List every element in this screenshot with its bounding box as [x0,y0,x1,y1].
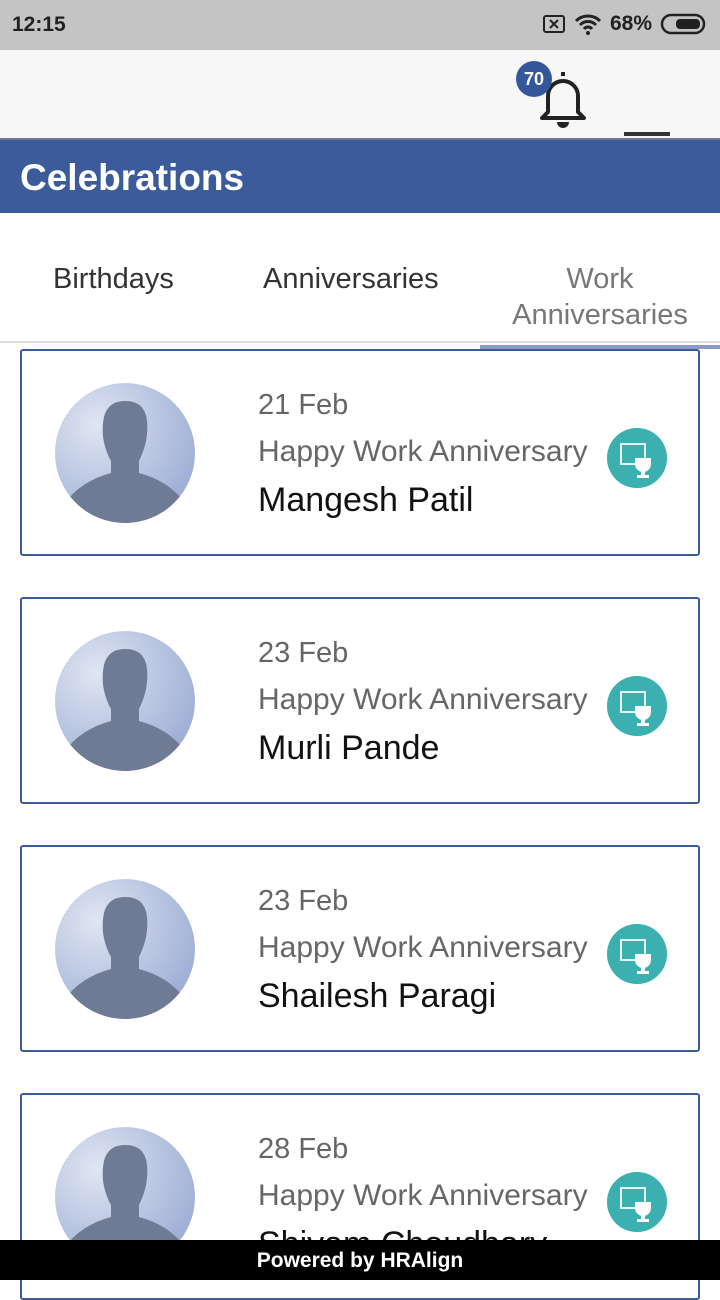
avatar [55,631,195,771]
battery-percent: 68% [609,12,652,35]
celebration-card[interactable]: 23 Feb Happy Work Anniversary Murli Pand… [20,597,700,804]
notification-badge[interactable]: 70 [516,61,552,97]
calendar-trophy-icon[interactable] [607,428,667,488]
celebration-date: 23 Feb [258,885,349,917]
employee-name: Shailesh Paragi [258,977,497,1015]
celebration-message: Happy Work Anniversary [258,1179,588,1212]
employee-name: Mangesh Patil [258,481,474,519]
person-silhouette-icon [65,897,185,1019]
employee-name: Murli Pande [258,729,440,767]
calendar-trophy-icon[interactable] [607,676,667,736]
celebration-date: 21 Feb [258,389,349,421]
no-sim-icon [542,15,565,33]
avatar [55,383,195,523]
celebration-card[interactable]: 21 Feb Happy Work Anniversary Mangesh Pa… [20,349,700,556]
celebration-date: 28 Feb [258,1133,349,1165]
footer: Powered by HRAlign [0,1240,720,1280]
wifi-icon [574,14,602,35]
person-silhouette-icon [65,401,185,523]
tab-anniversaries[interactable]: Anniversaries [263,261,439,297]
celebration-message: Happy Work Anniversary [258,683,588,716]
status-bar: 12:15 68% [0,0,720,50]
page-title: Celebrations [0,140,720,213]
battery-icon [660,13,706,35]
app-header [0,50,720,166]
tab-work-anniversaries[interactable]: Work Anniversaries [490,261,710,333]
celebration-message: Happy Work Anniversary [258,435,588,468]
tab-birthdays[interactable]: Birthdays [53,261,174,297]
avatar [55,879,195,1019]
calendar-trophy-icon[interactable] [607,1172,667,1232]
person-silhouette-icon [65,649,185,771]
celebration-date: 23 Feb [258,637,349,669]
celebration-card[interactable]: 23 Feb Happy Work Anniversary Shailesh P… [20,845,700,1052]
clock: 12:15 [12,13,66,36]
tab-bar: Birthdays Anniversaries Work Anniversari… [0,213,720,343]
celebration-message: Happy Work Anniversary [258,931,588,964]
calendar-trophy-icon[interactable] [607,924,667,984]
